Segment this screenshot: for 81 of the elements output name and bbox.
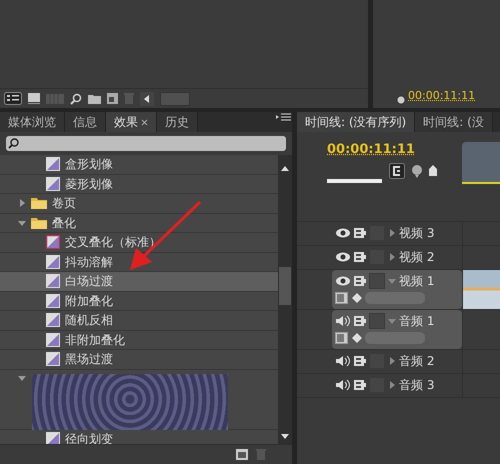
- effect-item[interactable]: 抖动溶解: [0, 252, 278, 272]
- marker-icon[interactable]: [397, 96, 405, 104]
- icon-view-icon[interactable]: [28, 93, 40, 104]
- effect-item[interactable]: 非附加叠化: [0, 330, 278, 350]
- effect-item[interactable]: 白场过渡: [0, 272, 278, 292]
- new-bin-icon[interactable]: [236, 449, 248, 460]
- transition-icon: [46, 254, 60, 269]
- expand-triangle-icon[interactable]: [18, 199, 26, 208]
- collapse-triangle-icon[interactable]: [18, 374, 26, 382]
- effect-item[interactable]: 菱形划像: [0, 174, 278, 194]
- effect-item[interactable]: 随机反相: [0, 311, 278, 330]
- eye-icon[interactable]: [335, 227, 351, 239]
- panel-tab[interactable]: 效果: [106, 112, 157, 132]
- folder-icon: [31, 197, 47, 210]
- scroll-thumb[interactable]: [279, 267, 291, 305]
- transition-icon: [46, 274, 60, 288]
- display-style-icon[interactable]: [335, 292, 349, 304]
- transition-icon: [46, 432, 60, 444]
- track-name: 视频 3: [399, 225, 434, 242]
- speaker-icon[interactable]: [335, 379, 351, 391]
- marker-icon[interactable]: [411, 164, 423, 178]
- panel-menu-icon[interactable]: [276, 112, 292, 122]
- folder-icon[interactable]: [88, 93, 101, 104]
- expand-triangle-icon[interactable]: [388, 253, 396, 261]
- sync-lock-icon[interactable]: [354, 275, 366, 287]
- transition-icon: [46, 176, 60, 191]
- scroll-thumb-icon[interactable]: [160, 92, 190, 106]
- eye-icon[interactable]: [335, 275, 351, 287]
- transition-icon: [46, 332, 60, 347]
- list-view-icon[interactable]: [4, 92, 22, 105]
- folder-item[interactable]: 叠化: [0, 214, 278, 233]
- transition-icon: [46, 294, 60, 308]
- new-item-icon[interactable]: [107, 93, 118, 104]
- sync-lock-icon[interactable]: [354, 251, 366, 263]
- marker-icon[interactable]: [429, 165, 437, 176]
- keyframe-icon[interactable]: [352, 333, 362, 343]
- snap-icon[interactable]: [389, 162, 405, 178]
- timecode[interactable]: 00:00:11:11: [327, 140, 462, 160]
- panel-tab[interactable]: 时间线: (没有序列): [297, 112, 416, 132]
- effect-item[interactable]: 附加叠化: [0, 292, 278, 311]
- eye-icon[interactable]: [335, 251, 351, 263]
- track-name: 音频 2: [399, 353, 434, 370]
- scrollbar[interactable]: [278, 155, 292, 444]
- track-name: 音频 3: [399, 377, 434, 394]
- effect-item[interactable]: 黑场过渡: [0, 350, 278, 370]
- track-name: 音频 1: [399, 313, 434, 330]
- expand-triangle-icon[interactable]: [388, 357, 396, 365]
- search-icon: [8, 138, 19, 149]
- effect-item[interactable]: 盒形划像: [0, 155, 278, 174]
- folder-icon: [31, 216, 47, 229]
- collapse-triangle-icon[interactable]: [18, 218, 26, 227]
- track-name: 视频 1: [399, 273, 434, 290]
- track-name: 视频 2: [399, 249, 434, 266]
- work-area-bar[interactable]: [327, 178, 382, 182]
- keyframe-icon[interactable]: [352, 293, 362, 303]
- search-field[interactable]: [6, 136, 286, 151]
- panel-tab[interactable]: 信息: [65, 112, 106, 132]
- expand-triangle-icon[interactable]: [388, 229, 396, 237]
- folder-item[interactable]: 卷页: [0, 194, 278, 214]
- panel-tab[interactable]: 媒体浏览: [0, 112, 65, 132]
- close-icon[interactable]: [141, 118, 148, 126]
- transition-icon: [46, 235, 60, 250]
- sync-lock-icon[interactable]: [354, 227, 366, 239]
- program-preview: [462, 142, 500, 184]
- transition-icon: [46, 352, 60, 366]
- panel-tab[interactable]: 历史: [157, 112, 198, 132]
- transition-icon: [46, 157, 60, 172]
- speaker-icon[interactable]: [335, 315, 351, 327]
- speaker-icon[interactable]: [335, 355, 351, 367]
- expand-triangle-icon[interactable]: [388, 381, 396, 389]
- transition-icon: [46, 313, 60, 328]
- sync-lock-icon[interactable]: [354, 355, 366, 367]
- panel-tab[interactable]: 时间线: (没: [415, 112, 493, 132]
- lock-toggle[interactable]: [369, 273, 385, 289]
- timecode[interactable]: 00:00:11:11: [408, 88, 476, 104]
- search-icon[interactable]: [70, 92, 82, 104]
- sync-lock-icon[interactable]: [354, 379, 366, 391]
- sync-lock-icon[interactable]: [354, 315, 366, 327]
- lock-toggle[interactable]: [369, 313, 385, 329]
- waveform-icon[interactable]: [335, 332, 349, 344]
- scroll-left-icon[interactable]: [140, 92, 154, 106]
